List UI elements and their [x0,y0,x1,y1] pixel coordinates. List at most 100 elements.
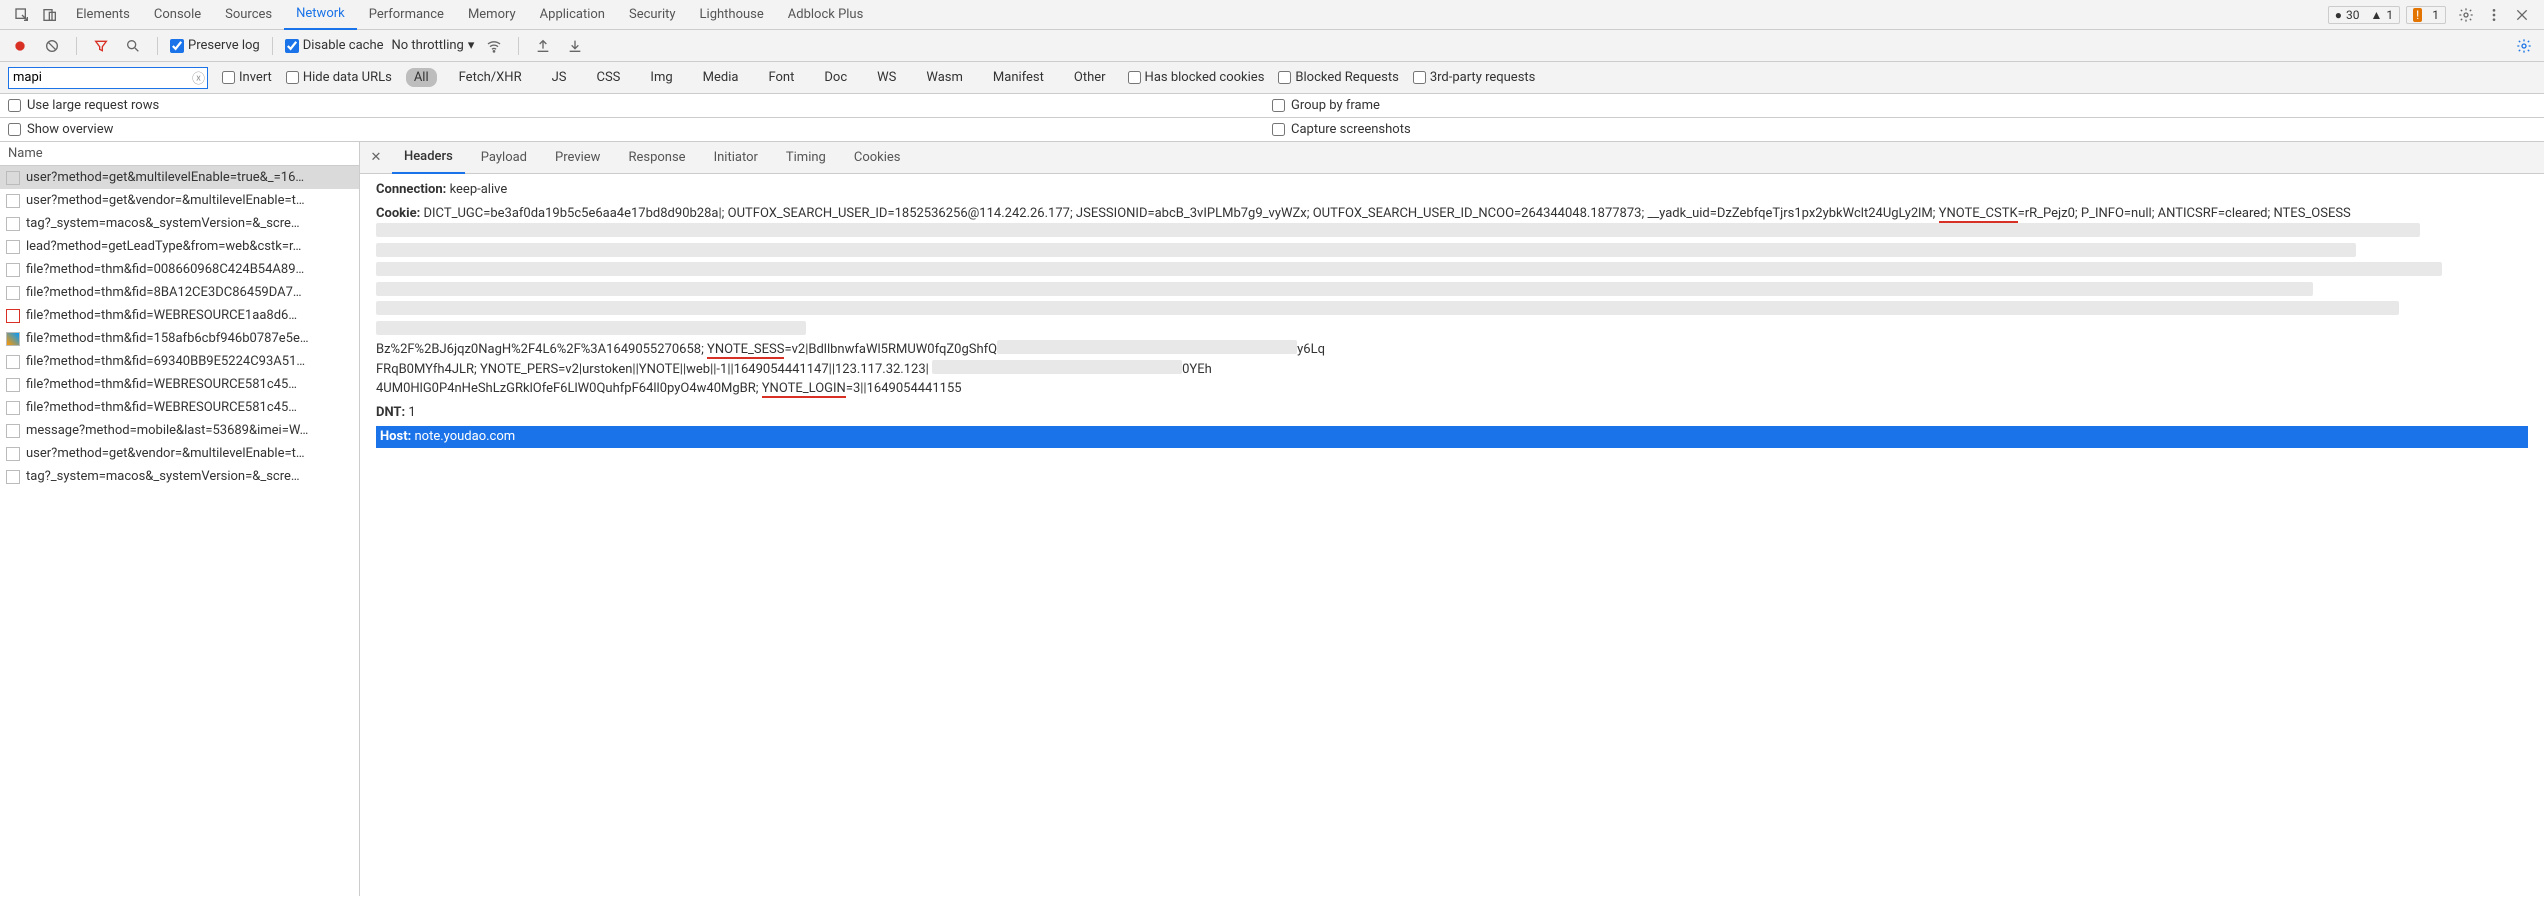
filter-input-wrap: ⓧ [8,67,208,89]
type-img[interactable]: Img [642,68,680,87]
ynote-login-key: YNOTE_LOGIN [762,381,846,398]
filter-icon[interactable] [89,34,113,58]
tab-elements[interactable]: Elements [64,0,142,30]
type-media[interactable]: Media [695,68,747,87]
tab-console[interactable]: Console [142,0,213,30]
type-css[interactable]: CSS [589,68,629,87]
tab-application[interactable]: Application [528,0,617,30]
dtab-timing[interactable]: Timing [774,142,838,174]
settings-gear-icon[interactable] [2512,34,2536,58]
cookie-text: DICT_UGC=be3af0da19b5c5e6aa4e17bd8d90b28… [423,206,1938,221]
request-name: user?method=get&vendor=&multilevelEnable… [26,446,305,461]
tab-network[interactable]: Network [284,0,357,30]
invert-label: Invert [239,70,272,85]
tab-performance[interactable]: Performance [357,0,456,30]
large-rows-checkbox[interactable]: Use large request rows [8,98,1272,113]
show-overview-checkbox[interactable]: Show overview [8,122,1272,137]
preserve-log-label: Preserve log [188,38,260,53]
redacted-text [376,223,2420,237]
blocked-requests-checkbox[interactable]: Blocked Requests [1278,70,1398,85]
clear-button[interactable] [40,34,64,58]
redacted-text [376,262,2442,276]
request-row[interactable]: file?method=thm&fid=8BA12CE3DC86459DA7… [0,281,359,304]
dot-icon: ● [2335,8,2342,22]
gear-icon[interactable] [2452,1,2480,29]
request-row[interactable]: file?method=thm&fid=69340BB9E5224C93A51… [0,350,359,373]
request-list[interactable]: Name user?method=get&multilevelEnable=tr… [0,142,360,896]
third-party-checkbox[interactable]: 3rd-party requests [1413,70,1536,85]
separator [518,37,519,55]
headers-body[interactable]: Connection: keep-alive Cookie: DICT_UGC=… [360,174,2544,896]
request-row[interactable]: tag?_system=macos&_systemVersion=&_scre… [0,465,359,488]
upload-icon[interactable] [531,34,555,58]
header-host: Host: note.youdao.com [376,426,2528,448]
request-row[interactable]: user?method=get&vendor=&multilevelEnable… [0,442,359,465]
throttling-label: No throttling [392,38,464,53]
dtab-payload[interactable]: Payload [469,142,539,174]
filter-input[interactable] [13,70,187,85]
hide-data-urls-checkbox[interactable]: Hide data URLs [286,70,392,85]
request-row[interactable]: message?method=mobile&last=53689&imei=W… [0,419,359,442]
preserve-log-checkbox[interactable]: Preserve log [170,38,260,53]
tab-lighthouse[interactable]: Lighthouse [688,0,776,30]
tab-memory[interactable]: Memory [456,0,528,30]
type-all[interactable]: All [406,68,437,87]
cookie-text: =3||1649054441155 [846,381,962,396]
type-doc[interactable]: Doc [816,68,855,87]
type-wasm[interactable]: Wasm [918,68,971,87]
cookie-text: FRqB0MYfh4JLR; YNOTE_PERS=v2|urstoken||Y… [376,362,929,377]
request-row[interactable]: file?method=thm&fid=158afb6cbf946b0787e5… [0,327,359,350]
dtab-headers[interactable]: Headers [392,142,465,174]
blocked-cookies-checkbox[interactable]: Has blocked cookies [1128,70,1265,85]
request-row[interactable]: user?method=get&vendor=&multilevelEnable… [0,189,359,212]
request-row[interactable]: file?method=thm&fid=WEBRESOURCE581c45… [0,396,359,419]
group-frame-checkbox[interactable]: Group by frame [1272,98,2536,113]
request-row[interactable]: file?method=thm&fid=WEBRESOURCE581c45… [0,373,359,396]
request-list-header[interactable]: Name [0,142,359,166]
dtab-preview[interactable]: Preview [543,142,612,174]
type-other[interactable]: Other [1066,68,1114,87]
request-row[interactable]: tag?_system=macos&_systemVersion=&_scre… [0,212,359,235]
search-icon[interactable] [121,34,145,58]
tab-adblock[interactable]: Adblock Plus [776,0,876,30]
blocked-requests-label: Blocked Requests [1295,70,1398,85]
type-js[interactable]: JS [544,68,575,87]
invert-checkbox[interactable]: Invert [222,70,272,85]
clear-filter-icon[interactable]: ⓧ [192,68,205,87]
device-toggle-icon[interactable] [36,1,64,29]
main-split: Name user?method=get&multilevelEnable=tr… [0,142,2544,896]
request-row[interactable]: file?method=thm&fid=WEBRESOURCE1aa8d6… [0,304,359,327]
dtab-initiator[interactable]: Initiator [702,142,770,174]
file-icon [6,263,20,277]
issues-badge[interactable]: !1 [2406,6,2446,24]
group-frame-label: Group by frame [1291,98,1380,113]
file-icon [6,470,20,484]
dtab-response[interactable]: Response [616,142,697,174]
disable-cache-checkbox[interactable]: Disable cache [285,38,384,53]
cookie-text: 4UM0HlG0P4nHeShLzGRklOfeF6LlW0QuhfpF64ll… [376,381,762,396]
tab-security[interactable]: Security [617,0,688,30]
record-button[interactable] [8,34,32,58]
capture-screenshots-checkbox[interactable]: Capture screenshots [1272,122,2536,137]
type-manifest[interactable]: Manifest [985,68,1052,87]
tab-sources[interactable]: Sources [213,0,284,30]
dtab-cookies[interactable]: Cookies [842,142,913,174]
errors-badge[interactable]: ●30 ▲1 [2328,6,2400,24]
request-row[interactable]: user?method=get&multilevelEnable=true&_=… [0,166,359,189]
close-icon[interactable] [2508,1,2536,29]
request-row[interactable]: lead?method=getLeadType&from=web&cstk=r… [0,235,359,258]
close-detail-icon[interactable]: ✕ [364,146,388,170]
large-rows-label: Use large request rows [27,98,159,113]
request-name: user?method=get&multilevelEnable=true&_=… [26,170,304,185]
type-ws[interactable]: WS [869,68,904,87]
redacted-text [376,321,806,335]
type-font[interactable]: Font [760,68,802,87]
type-fetch-xhr[interactable]: Fetch/XHR [451,68,530,87]
inspect-icon[interactable] [8,1,36,29]
request-row[interactable]: file?method=thm&fid=008660968C424B54A89… [0,258,359,281]
throttling-select[interactable]: No throttling▾ [392,38,475,53]
kebab-icon[interactable] [2480,1,2508,29]
file-icon [6,286,20,300]
wifi-icon[interactable] [482,34,506,58]
download-icon[interactable] [563,34,587,58]
